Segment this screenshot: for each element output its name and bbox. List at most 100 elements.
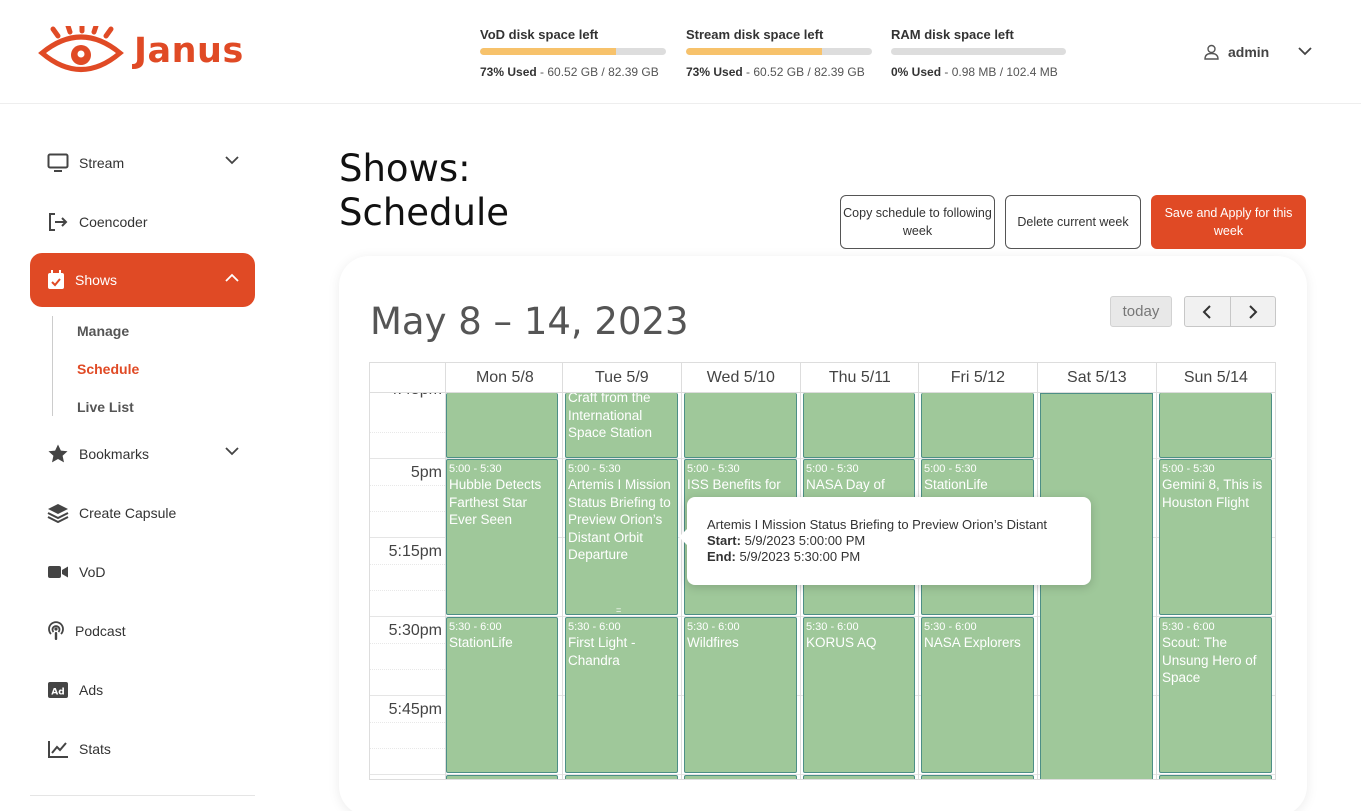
calendar-event[interactable] bbox=[1159, 393, 1272, 458]
submenu-item-schedule[interactable]: Schedule bbox=[77, 361, 139, 377]
sidebar-item-shows[interactable]: Shows bbox=[30, 253, 255, 307]
tooltip-start: Start: 5/9/2023 5:00:00 PM bbox=[707, 533, 1091, 549]
event-time: 5:30 - 6:00 bbox=[1162, 621, 1215, 633]
event-title: Gemini 8, This is Houston Flight bbox=[1162, 477, 1263, 510]
calendar-event[interactable]: 5:00 - 5:30 Gemini 8, This is Houston Fl… bbox=[1159, 459, 1272, 615]
janus-logo[interactable]: Janus bbox=[38, 26, 244, 76]
layers-icon bbox=[47, 504, 69, 523]
calendar-event[interactable]: Craft from the International Space Stati… bbox=[565, 393, 678, 458]
sidebar-item-podcast[interactable]: Podcast bbox=[30, 604, 255, 658]
event-title: Hubble Detects Farthest Star Ever Seen bbox=[449, 477, 542, 527]
sidebar-item-stats[interactable]: Stats bbox=[30, 722, 255, 776]
event-title: NASA Explorers bbox=[924, 635, 1021, 650]
event-time: 5:30 - 6:00 bbox=[924, 621, 977, 633]
event-title: Craft from the International Space Stati… bbox=[568, 393, 653, 440]
calendar-event[interactable]: 5:00 - 5:30 Hubble Detects Farthest Star… bbox=[446, 459, 558, 615]
event-time: 5:30 - 6:00 bbox=[568, 621, 621, 633]
event-title: KORUS AQ bbox=[806, 635, 877, 650]
calendar-event[interactable] bbox=[1159, 775, 1272, 779]
submenu-item-live-list[interactable]: Live List bbox=[77, 399, 134, 415]
tooltip-start-value: 5/9/2023 5:00:00 PM bbox=[740, 533, 866, 548]
calendar-event[interactable]: 5:30 - 6:00 First Light - Chandra bbox=[565, 617, 678, 773]
grid-line-minor bbox=[370, 432, 445, 433]
calendar-event[interactable]: 5:00 - 5:30 Artemis I Mission Status Bri… bbox=[565, 459, 678, 615]
grid-line-minor bbox=[370, 485, 445, 486]
calendar-event[interactable]: 5:30 - 6:00 Scout: The Unsung Hero of Sp… bbox=[1159, 617, 1272, 773]
user-menu[interactable]: admin bbox=[1204, 44, 1312, 60]
star-icon bbox=[48, 444, 68, 463]
save-apply-button[interactable]: Save and Apply for this week bbox=[1151, 195, 1306, 249]
calendar-event[interactable]: 5:30 - 6:00 KORUS AQ bbox=[803, 617, 915, 773]
calendar-check-icon bbox=[48, 270, 64, 289]
day-header: Tue 5/9 bbox=[562, 363, 681, 393]
grid-line-minor bbox=[370, 669, 445, 670]
disk-bar bbox=[891, 48, 1066, 55]
podcast-icon bbox=[48, 621, 64, 640]
event-title: ISS Benefits for bbox=[687, 477, 781, 492]
column-line bbox=[562, 393, 563, 779]
today-button[interactable]: today bbox=[1110, 296, 1172, 327]
sidebar-item-create-capsule[interactable]: Create Capsule bbox=[30, 486, 255, 540]
event-title: Scout: The Unsung Hero of Space bbox=[1162, 635, 1257, 685]
disk-used: 0% Used bbox=[891, 65, 942, 79]
column-line bbox=[681, 393, 682, 779]
calendar-event[interactable] bbox=[684, 393, 797, 458]
prev-week-button[interactable] bbox=[1185, 297, 1231, 326]
calendar-event[interactable] bbox=[803, 775, 915, 779]
calendar-event[interactable] bbox=[921, 775, 1034, 779]
delete-week-button[interactable]: Delete current week bbox=[1005, 195, 1141, 249]
video-camera-icon bbox=[48, 566, 68, 578]
sidebar-item-stream[interactable]: Stream bbox=[30, 136, 255, 190]
copy-schedule-button[interactable]: Copy schedule to following week bbox=[840, 195, 995, 249]
sidebar-item-label: Shows bbox=[75, 272, 118, 288]
calendar-event[interactable] bbox=[565, 775, 678, 779]
column-line bbox=[918, 393, 919, 779]
calendar-event[interactable]: 5:30 - 6:00 NASA Explorers bbox=[921, 617, 1034, 773]
time-label: 5:30pm bbox=[388, 622, 442, 639]
sidebar-item-vod[interactable]: VoD bbox=[30, 545, 255, 599]
sidebar-item-ads[interactable]: Ad Ads bbox=[30, 663, 255, 717]
sidebar-item-label: Stats bbox=[79, 741, 111, 757]
calendar-event[interactable] bbox=[1040, 393, 1153, 779]
chevron-down-icon[interactable] bbox=[1298, 47, 1312, 56]
tooltip-end-label: End: bbox=[707, 549, 736, 564]
sidebar-item-label: VoD bbox=[79, 564, 106, 580]
next-week-button[interactable] bbox=[1231, 297, 1276, 326]
day-header: Sat 5/13 bbox=[1037, 363, 1156, 393]
calendar-event[interactable]: 5:30 - 6:00 StationLife bbox=[446, 617, 558, 773]
event-title: StationLife bbox=[449, 635, 513, 650]
sidebar-item-bookmarks[interactable]: Bookmarks bbox=[30, 427, 255, 481]
event-title: Artemis I Mission Status Briefing to Pre… bbox=[568, 477, 671, 562]
day-header: Mon 5/8 bbox=[445, 363, 564, 393]
sidebar-item-label: Podcast bbox=[75, 623, 126, 639]
grid-line-minor bbox=[370, 564, 445, 565]
event-title: StationLife bbox=[924, 477, 988, 492]
sidebar-item-coencoder[interactable]: Coencoder bbox=[30, 195, 255, 249]
resize-handle[interactable]: = bbox=[616, 606, 621, 615]
submenu-item-manage[interactable]: Manage bbox=[77, 323, 129, 339]
event-time: 5:00 - 5:30 bbox=[806, 463, 859, 475]
calendar-header: Mon 5/8 Tue 5/9 Wed 5/10 Thu 5/11 Fri 5/… bbox=[370, 363, 1275, 393]
calendar-event[interactable] bbox=[921, 393, 1034, 458]
disk-bar-fill bbox=[686, 48, 822, 55]
sidebar-item-label: Bookmarks bbox=[79, 446, 150, 462]
chevron-right-icon bbox=[1249, 304, 1258, 319]
calendar-event[interactable]: 5:30 - 6:00 Wildfires bbox=[684, 617, 797, 773]
calendar-event[interactable] bbox=[446, 393, 558, 458]
event-time: 5:30 - 6:00 bbox=[806, 621, 859, 633]
calendar-event[interactable] bbox=[684, 775, 797, 779]
disk-bar-fill bbox=[480, 48, 616, 55]
calendar-event[interactable] bbox=[446, 775, 558, 779]
tooltip-end: End: 5/9/2023 5:30:00 PM bbox=[707, 549, 1091, 565]
chevron-left-icon bbox=[1202, 304, 1211, 319]
brand-name: Janus bbox=[134, 31, 244, 71]
tooltip-title: Artemis I Mission Status Briefing to Pre… bbox=[707, 517, 1048, 532]
monitor-icon bbox=[47, 153, 69, 172]
page-title: Shows: Schedule bbox=[339, 147, 509, 235]
calendar-range-title: May 8 – 14, 2023 bbox=[370, 300, 689, 343]
disk-used: 73% Used bbox=[480, 65, 537, 79]
stream-disk-meter: Stream disk space left 73% Used - 60.52 … bbox=[686, 27, 872, 79]
event-time: 5:30 - 6:00 bbox=[687, 621, 740, 633]
calendar-event[interactable] bbox=[803, 393, 915, 458]
week-nav bbox=[1184, 296, 1276, 327]
